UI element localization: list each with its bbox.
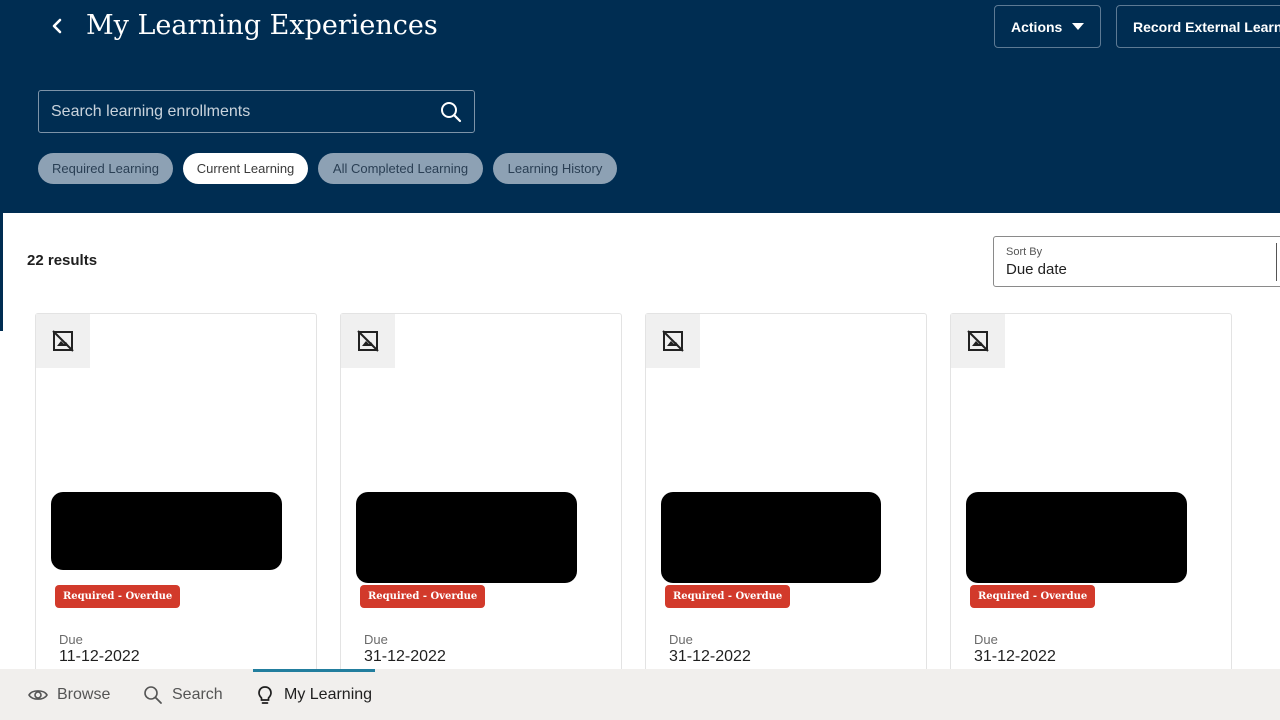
filter-chip-current-learning[interactable]: Current Learning	[183, 153, 308, 184]
card-title-redacted	[356, 492, 577, 583]
image-unavailable-icon	[52, 330, 74, 352]
search-icon	[441, 102, 462, 123]
due-label: Due	[59, 632, 83, 647]
search-icon	[144, 685, 162, 704]
actions-button[interactable]: Actions	[994, 5, 1101, 48]
nav-browse[interactable]: Browse	[28, 669, 110, 720]
results-count: 22 results	[27, 252, 98, 269]
due-date: 31-12-2022	[364, 648, 446, 665]
status-badge: Required - Overdue	[55, 585, 181, 608]
due-label: Due	[669, 632, 693, 647]
card-thumbnail	[951, 314, 1005, 368]
learning-card[interactable]: Required - Overdue Due 31-12-2022	[340, 313, 622, 683]
nav-search-label: Search	[172, 685, 223, 703]
lightbulb-icon	[258, 685, 272, 704]
card-title-redacted	[51, 492, 282, 570]
back-button[interactable]	[44, 12, 70, 40]
due-label: Due	[974, 632, 998, 647]
eye-icon	[28, 689, 48, 700]
record-external-learning-button[interactable]: Record External Learning	[1116, 5, 1280, 48]
nav-my-learning[interactable]: My Learning	[255, 669, 372, 720]
card-thumbnail	[341, 314, 395, 368]
chevron-left-icon	[52, 18, 62, 34]
nav-browse-label: Browse	[57, 685, 111, 703]
due-date: 11-12-2022	[59, 648, 140, 665]
learning-card[interactable]: Required - Overdue Due 11-12-2022	[35, 313, 317, 683]
record-button-label: Record External Learning	[1133, 18, 1280, 35]
filter-chip-required-learning[interactable]: Required Learning	[38, 153, 173, 184]
search-submit-button[interactable]	[439, 100, 463, 124]
due-label: Due	[364, 632, 388, 647]
page-header: My Learning Experiences Actions Record E…	[0, 0, 1280, 213]
learning-card[interactable]: Required - Overdue Due 31-12-2022	[950, 313, 1232, 683]
nav-my-learning-label: My Learning	[284, 685, 373, 703]
card-title-redacted	[966, 492, 1187, 583]
search-input[interactable]	[51, 91, 431, 132]
due-date: 31-12-2022	[974, 648, 1056, 665]
filter-chip-all-completed-learning[interactable]: All Completed Learning	[318, 153, 483, 184]
image-unavailable-icon	[357, 330, 379, 352]
search-field	[38, 90, 475, 133]
image-unavailable-icon	[662, 330, 684, 352]
sort-by-select[interactable]: Sort By Due date	[993, 236, 1280, 287]
status-badge: Required - Overdue	[360, 585, 486, 608]
bottom-navigation: Browse Search My Learning	[0, 669, 1280, 720]
filter-chip-learning-history[interactable]: Learning History	[493, 153, 617, 184]
card-thumbnail	[646, 314, 700, 368]
status-badge: Required - Overdue	[970, 585, 1096, 608]
learning-card[interactable]: Required - Overdue Due 31-12-2022	[645, 313, 927, 683]
due-date: 31-12-2022	[669, 648, 751, 665]
sort-divider	[1276, 243, 1277, 281]
sort-by-value: Due date	[1006, 261, 1067, 278]
nav-search[interactable]: Search	[143, 669, 223, 720]
card-title-redacted	[661, 492, 881, 583]
sort-by-label: Sort By	[1006, 246, 1043, 258]
image-unavailable-icon	[967, 330, 989, 352]
left-accent-strip	[0, 213, 3, 331]
caret-down-icon	[1072, 23, 1084, 30]
status-badge: Required - Overdue	[665, 585, 791, 608]
actions-button-label: Actions	[1011, 18, 1063, 35]
card-thumbnail	[36, 314, 90, 368]
page-title: My Learning Experiences	[86, 10, 438, 41]
